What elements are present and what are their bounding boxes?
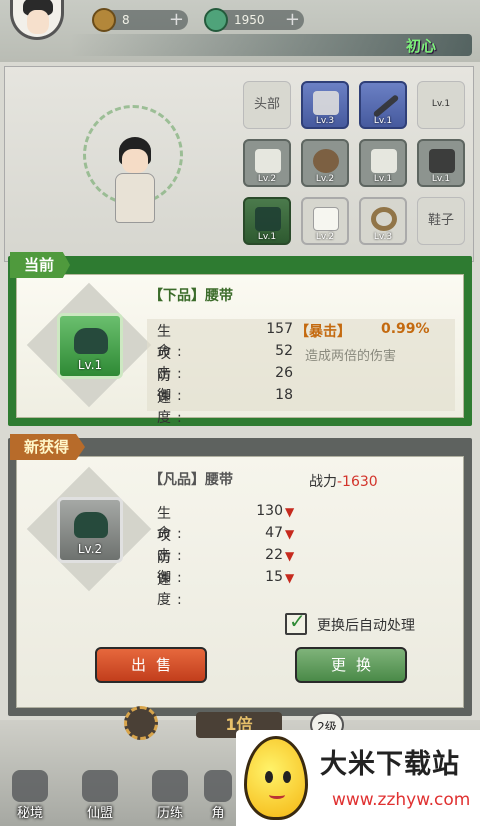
belt-icon bbox=[74, 328, 108, 354]
jade-value: 1950 bbox=[234, 13, 265, 27]
nav-character[interactable]: 角 bbox=[200, 766, 236, 822]
settings-gear-icon[interactable] bbox=[124, 706, 158, 740]
hero-character bbox=[75, 87, 195, 257]
slot-accessory[interactable]: Lv.1 bbox=[417, 81, 465, 129]
slot-skirt[interactable]: Lv.2 bbox=[301, 197, 349, 245]
nav-secret-realm[interactable]: 秘境 bbox=[2, 766, 58, 822]
auto-process-checkbox[interactable]: ✓ bbox=[285, 609, 307, 635]
down-arrow-icon: ▼ bbox=[285, 505, 295, 519]
new-item-card: Lv.2 【凡品】腰带 战力-1630 生命: 130 ▼ 攻击: 47 ▼ 防… bbox=[8, 434, 472, 716]
coin-counter: 8 + bbox=[92, 8, 188, 32]
current-item-level: Lv.1 bbox=[77, 358, 103, 372]
new-item-icon[interactable]: Lv.2 bbox=[57, 497, 123, 563]
slot-glove[interactable]: Lv.1 bbox=[417, 139, 465, 187]
slot-shoes[interactable]: 鞋子 bbox=[417, 197, 465, 245]
stage-bar: 初心 bbox=[70, 34, 472, 56]
slot-ring[interactable]: Lv.3 bbox=[359, 197, 407, 245]
new-item-name: 【凡品】腰带 bbox=[149, 472, 233, 488]
top-bar: 8 + 1950 + 初心 bbox=[0, 0, 480, 62]
watermark-title: 大米下载站 bbox=[320, 749, 460, 780]
current-tag: 当前 bbox=[10, 252, 71, 278]
slot-bracer[interactable]: Lv.1 bbox=[359, 139, 407, 187]
down-arrow-icon: ▼ bbox=[285, 527, 295, 541]
secret-realm-icon bbox=[12, 770, 48, 802]
coin-icon bbox=[92, 8, 116, 32]
sell-button[interactable]: 出售 bbox=[95, 647, 207, 683]
auto-process-label: 更换后自动处理 bbox=[317, 618, 415, 634]
training-icon bbox=[152, 770, 188, 802]
nav-training[interactable]: 历练 bbox=[142, 766, 198, 822]
player-avatar[interactable] bbox=[10, 0, 64, 40]
add-coin-button[interactable]: + bbox=[169, 10, 184, 30]
crit-value: 0.99% bbox=[381, 321, 430, 337]
down-arrow-icon: ▼ bbox=[285, 549, 295, 563]
new-item-body: Lv.2 【凡品】腰带 战力-1630 生命: 130 ▼ 攻击: 47 ▼ 防… bbox=[16, 456, 464, 708]
power-value: -1630 bbox=[337, 474, 378, 490]
guild-icon bbox=[82, 770, 118, 802]
swap-button[interactable]: 更换 bbox=[295, 647, 407, 683]
power-display: 战力-1630 bbox=[309, 471, 378, 491]
jade-icon bbox=[204, 8, 228, 32]
new-tag: 新获得 bbox=[10, 434, 86, 460]
slot-armor[interactable]: Lv.3 bbox=[301, 81, 349, 129]
crit-label: 【暴击】 bbox=[295, 324, 351, 340]
down-arrow-icon: ▼ bbox=[285, 571, 295, 585]
slot-shoulder[interactable]: Lv.2 bbox=[243, 139, 291, 187]
slot-belt[interactable]: Lv.1 bbox=[243, 197, 291, 245]
current-item-name: 【下品】腰带 bbox=[149, 288, 233, 304]
egg-mascot-logo bbox=[244, 736, 308, 820]
checkmark-icon: ✓ bbox=[289, 609, 306, 633]
slot-head[interactable]: 头部 bbox=[243, 81, 291, 129]
slot-weapon[interactable]: Lv.1 bbox=[359, 81, 407, 129]
add-jade-button[interactable]: + bbox=[285, 10, 300, 30]
new-item-level: Lv.2 bbox=[77, 542, 103, 556]
current-item-body: Lv.1 【下品】腰带 生命: 157 攻击: 52 防御: 26 速度: 18… bbox=[16, 274, 464, 426]
current-item-card: Lv.1 【下品】腰带 生命: 157 攻击: 52 防御: 26 速度: 18… bbox=[8, 252, 472, 426]
belt-icon bbox=[74, 512, 108, 538]
current-item-icon[interactable]: Lv.1 bbox=[57, 313, 123, 379]
jade-counter: 1950 + bbox=[204, 8, 304, 32]
power-label: 战力 bbox=[309, 474, 337, 490]
equipment-panel: 头部 Lv.3 Lv.1 Lv.1 Lv.2 Lv.2 Lv.1 Lv.1 Lv… bbox=[4, 66, 474, 262]
nav-guild[interactable]: 仙盟 bbox=[72, 766, 128, 822]
stage-name: 初心 bbox=[405, 37, 436, 55]
coin-value: 8 bbox=[122, 13, 130, 27]
watermark-url: www.zzhyw.com bbox=[332, 790, 471, 810]
crit-description: 造成两倍的伤害 bbox=[305, 349, 397, 364]
character-icon bbox=[204, 770, 232, 802]
slot-pouch[interactable]: Lv.2 bbox=[301, 139, 349, 187]
watermark: 大米下载站 www.zzhyw.com bbox=[236, 730, 480, 826]
